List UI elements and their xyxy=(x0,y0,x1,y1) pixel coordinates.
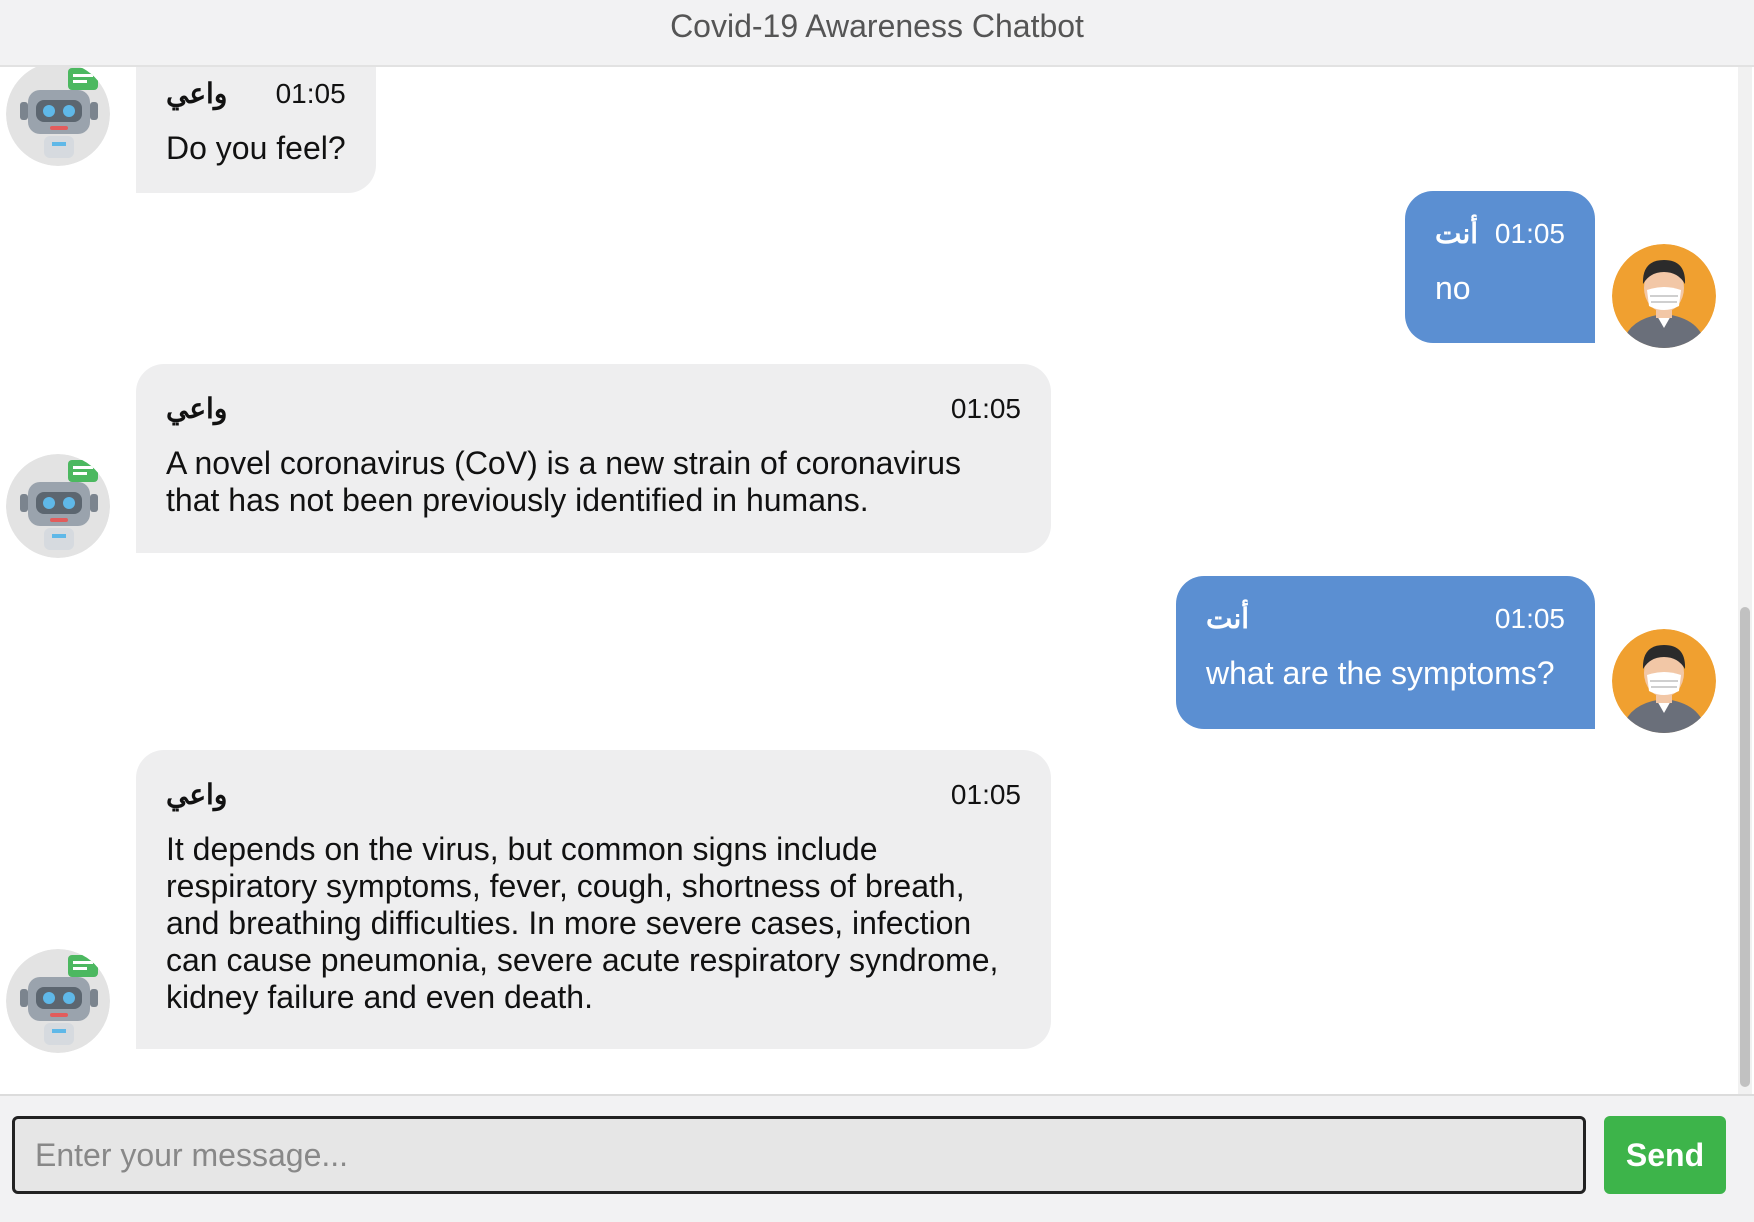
message-meta: أنت 01:05 xyxy=(1435,215,1565,252)
bot-message-bubble: واعي 01:05 Do you feel? xyxy=(136,67,376,193)
bot-message-bubble: واعي 01:05 It depends on the virus, but … xyxy=(136,750,1051,1049)
bot-avatar-robot-icon xyxy=(6,67,110,166)
sender-name: أنت xyxy=(1435,218,1479,249)
message-composer: Send xyxy=(0,1094,1754,1222)
message-time: 01:05 xyxy=(1494,218,1565,249)
message-time: 01:05 xyxy=(1494,603,1565,634)
message-time: 01:05 xyxy=(275,78,346,109)
message-time: 01:05 xyxy=(950,779,1021,810)
bot-avatar-robot-icon xyxy=(6,454,110,558)
message-text: It depends on the virus, but common sign… xyxy=(166,831,999,1015)
user-message-bubble: أنت 01:05 what are the symptoms? xyxy=(1176,576,1595,729)
bot-message-bubble: واعي 01:05 A novel coronavirus (CoV) is … xyxy=(136,364,1051,553)
message-meta: واعي 01:05 xyxy=(166,390,1021,427)
sender-name: أنت xyxy=(1206,603,1250,634)
message-meta: أنت 01:05 xyxy=(1206,600,1565,637)
message-text: Do you feel? xyxy=(166,130,346,166)
page-title: Covid-19 Awareness Chatbot xyxy=(670,8,1084,44)
message-text: no xyxy=(1435,270,1471,306)
sender-name: واعي xyxy=(166,779,228,810)
message-text: A novel coronavirus (CoV) is a new strai… xyxy=(166,445,962,518)
message-input[interactable] xyxy=(12,1116,1586,1194)
chat-scrollbar[interactable] xyxy=(1738,67,1752,1094)
chat-header: Covid-19 Awareness Chatbot xyxy=(0,0,1754,67)
bot-avatar-robot-icon xyxy=(6,949,110,1053)
user-avatar-masked-person-icon xyxy=(1612,629,1716,733)
message-text: what are the symptoms? xyxy=(1206,655,1555,691)
user-message-bubble: أنت 01:05 no xyxy=(1405,191,1595,343)
message-meta: واعي 01:05 xyxy=(166,75,346,112)
sender-name: واعي xyxy=(166,393,228,424)
user-avatar-masked-person-icon xyxy=(1612,244,1716,348)
message-time: 01:05 xyxy=(950,393,1021,424)
message-meta: واعي 01:05 xyxy=(166,776,1021,813)
scrollbar-thumb[interactable] xyxy=(1740,607,1750,1087)
chat-window[interactable]: واعي 01:05 Do you feel? أنت 01:05 no واع… xyxy=(0,67,1736,1094)
send-button[interactable]: Send xyxy=(1604,1116,1726,1194)
sender-name: واعي xyxy=(166,78,228,109)
